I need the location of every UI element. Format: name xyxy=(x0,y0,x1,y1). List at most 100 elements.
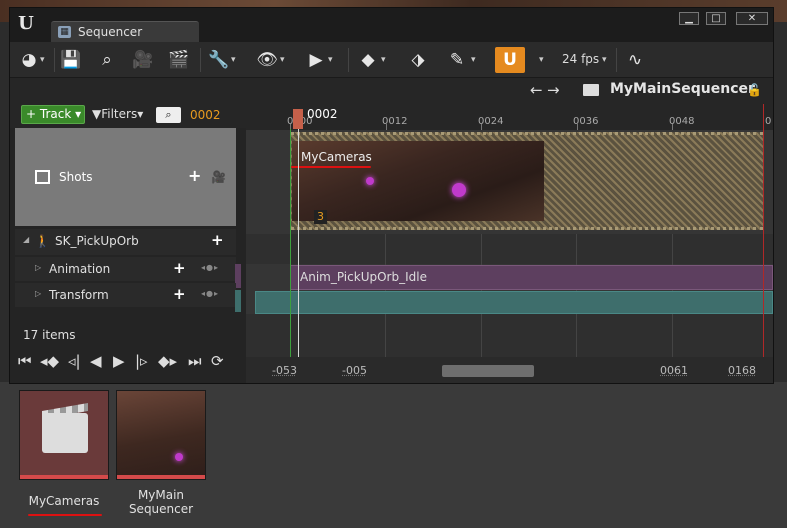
playhead-handle[interactable] xyxy=(293,109,303,129)
track-row-transform[interactable]: ▷ Transform + ◂●▸ xyxy=(15,283,236,307)
timeline-empty-area[interactable] xyxy=(246,314,773,357)
level-sequence-icon xyxy=(42,413,88,453)
fps-selector[interactable]: 24 fps xyxy=(562,52,599,66)
step-back-icon[interactable]: ◃| xyxy=(68,352,81,370)
minimize-button[interactable]: ▁ xyxy=(679,12,699,25)
tab-sequencer[interactable]: ▦ Sequencer xyxy=(51,21,199,42)
world-icon[interactable]: ◕ xyxy=(18,48,40,72)
next-key-icon[interactable]: ◆▸ xyxy=(158,352,177,370)
grid-line xyxy=(576,314,577,357)
asset-label: MyMain Sequencer xyxy=(128,488,194,516)
asset-tile-mymainsequencer[interactable] xyxy=(116,390,206,480)
ruler-tick xyxy=(672,124,673,130)
playback-end-marker[interactable] xyxy=(763,104,764,357)
transform-section[interactable] xyxy=(255,291,773,314)
filters-button[interactable]: ▼Filters▾ xyxy=(92,107,143,121)
folder-icon[interactable] xyxy=(583,84,599,96)
track-button-label: Track xyxy=(39,107,72,121)
animation-section[interactable]: Anim_PickUpOrb_Idle xyxy=(290,265,773,290)
pencil-icon[interactable]: ✎ xyxy=(446,48,468,72)
eye-icon[interactable]: 👁 xyxy=(256,48,278,72)
ruler-tick xyxy=(577,124,578,130)
edit-dropdown-icon[interactable]: ▾ xyxy=(471,55,476,65)
snap-magnet-icon[interactable]: U xyxy=(495,47,525,73)
curve-editor-icon[interactable]: ∿ xyxy=(622,48,648,72)
track-row-sk-pickuporb[interactable]: ◢ 🚶 SK_PickUpOrb + xyxy=(15,229,236,255)
working-range-start[interactable]: -005 xyxy=(342,364,367,377)
key-navigation-icon[interactable]: ◂●▸ xyxy=(201,289,219,298)
sequencer-tab-icon: ▦ xyxy=(58,26,71,38)
background-panel-right xyxy=(773,22,787,382)
annotation-underline xyxy=(28,514,102,516)
save-icon[interactable]: 💾 xyxy=(60,48,82,72)
jump-to-start-icon[interactable]: ⏮ xyxy=(18,352,32,370)
camera-cut-icon[interactable]: 🎥 xyxy=(211,170,226,184)
key-tag-icon[interactable]: ⬗ xyxy=(407,48,429,72)
track-search-icon[interactable]: ⌕ xyxy=(156,107,181,123)
transform-color-stripe xyxy=(235,290,241,312)
shot-take-number: 3 xyxy=(314,210,327,224)
settings-dropdown-icon[interactable]: ▾ xyxy=(231,55,236,65)
track-row-animation[interactable]: ▷ Animation + ◂●▸ xyxy=(15,257,236,281)
add-key-icon[interactable]: + xyxy=(173,285,186,303)
ruler-tick xyxy=(386,124,387,130)
outliner-header: + Track ▾ ▼Filters▾ ⌕ 0002 xyxy=(10,104,246,128)
search-icon[interactable]: ⌕ xyxy=(96,48,118,72)
working-range-end[interactable]: 0061 xyxy=(660,364,688,377)
toolbar-separator xyxy=(54,48,55,72)
forward-arrow-icon[interactable]: → xyxy=(547,81,560,99)
wrench-icon[interactable]: 🔧 xyxy=(208,48,230,72)
playback-dropdown-icon[interactable]: ▾ xyxy=(328,55,333,65)
asset-tile-mycameras[interactable] xyxy=(19,390,109,480)
unreal-logo-icon: U xyxy=(18,13,34,34)
ruler-label: 0 xyxy=(765,116,772,127)
world-dropdown-icon[interactable]: ▾ xyxy=(40,55,45,65)
add-shot-icon[interactable]: + xyxy=(188,166,201,185)
toolbar-separator xyxy=(200,48,201,72)
shots-track-icon xyxy=(35,170,50,184)
add-key-icon[interactable]: + xyxy=(173,259,186,277)
time-ruler[interactable]: 0000 0012 0024 0036 0048 0 0002 xyxy=(246,104,773,130)
add-subtrack-icon[interactable]: + xyxy=(211,231,224,249)
maximize-button[interactable]: □ xyxy=(706,12,726,25)
jump-to-end-icon[interactable]: ⏭ xyxy=(188,352,202,370)
content-browser: MyCameras MyMain Sequencer xyxy=(0,384,787,528)
add-track-button[interactable]: + Track ▾ xyxy=(21,105,85,124)
timeline-panel[interactable]: 0000 0012 0024 0036 0048 0 0002 MyCamera… xyxy=(246,104,773,383)
collapse-arrow-icon[interactable]: ◢ xyxy=(23,235,29,244)
play-icon[interactable]: ▶ xyxy=(307,48,325,72)
view-range-start[interactable]: -053 xyxy=(272,364,297,377)
loop-icon[interactable]: ⟳ xyxy=(211,352,224,370)
key-navigation-icon[interactable]: ◂●▸ xyxy=(201,263,219,272)
playback-start-marker[interactable] xyxy=(290,129,291,357)
sequencer-window: U ▦ Sequencer ▁ □ ✕ ◕ ▾ 💾 ⌕ 🎥 🎬 🔧 ▾ 👁 ▾ … xyxy=(9,7,774,384)
play-forward-icon[interactable]: ▶ xyxy=(113,352,125,370)
view-range-end[interactable]: 0168 xyxy=(728,364,756,377)
lock-icon[interactable]: 🔓 xyxy=(747,83,762,97)
grid-line xyxy=(481,314,482,357)
snap-dropdown-icon[interactable]: ▾ xyxy=(539,55,544,65)
shots-track[interactable]: Shots + 🎥 xyxy=(15,128,236,226)
track-label: SK_PickUpOrb xyxy=(55,234,139,248)
reverse-icon[interactable]: ◀ xyxy=(90,352,102,370)
asset-label: MyCameras xyxy=(28,494,100,508)
expand-arrow-icon[interactable]: ▷ xyxy=(35,289,41,298)
view-dropdown-icon[interactable]: ▾ xyxy=(280,55,285,65)
key-dropdown-icon[interactable]: ▾ xyxy=(381,55,386,65)
prev-key-icon[interactable]: ◂◆ xyxy=(40,352,59,370)
timeline-row-sk-pickuporb[interactable] xyxy=(246,234,773,264)
close-button[interactable]: ✕ xyxy=(736,12,768,25)
sequencer-toolbar: ◕ ▾ 💾 ⌕ 🎥 🎬 🔧 ▾ 👁 ▾ ▶ ▾ ◆ ▾ ⬗ ✎ ▾ U ▾ 24… xyxy=(10,42,773,78)
key-diamond-icon[interactable]: ◆ xyxy=(357,48,379,72)
fps-dropdown-icon[interactable]: ▾ xyxy=(602,55,607,65)
camera-icon[interactable]: 🎥 xyxy=(131,48,155,72)
render-movie-icon[interactable]: 🎬 xyxy=(167,48,191,72)
orb-marker xyxy=(452,183,466,197)
timeline-scrollbar[interactable] xyxy=(442,365,534,377)
back-arrow-icon[interactable]: ← xyxy=(530,81,543,99)
range-bar[interactable]: -053 -005 0061 0168 xyxy=(246,357,773,383)
playhead-line[interactable] xyxy=(298,129,299,357)
step-forward-icon[interactable]: |▹ xyxy=(135,352,148,370)
expand-arrow-icon[interactable]: ▷ xyxy=(35,263,41,272)
current-frame-field[interactable]: 0002 xyxy=(190,108,221,122)
